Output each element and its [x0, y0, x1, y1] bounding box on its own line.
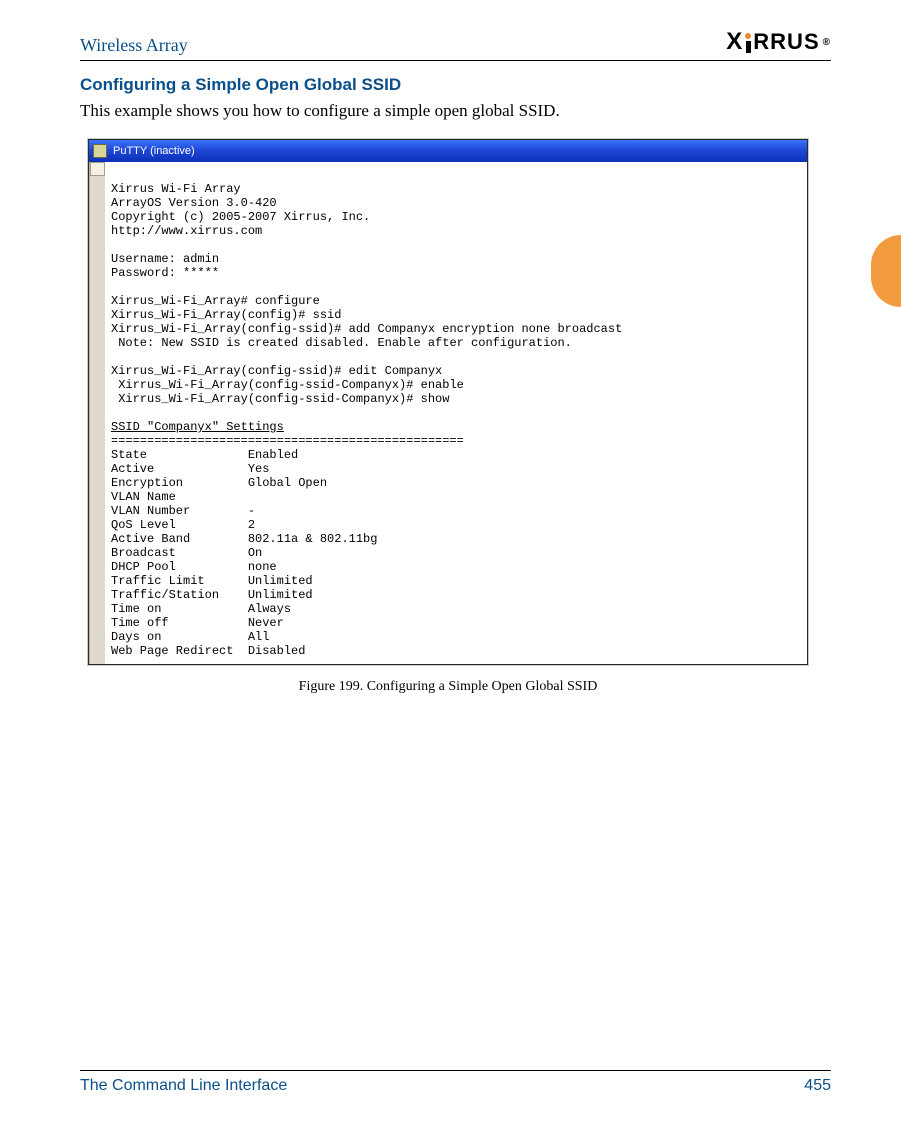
footer-section: The Command Line Interface — [80, 1077, 287, 1095]
logo-letter: RRUS — [753, 29, 819, 55]
page-header: Wireless Array X RRUS ® — [80, 28, 831, 61]
scrollbar[interactable] — [89, 162, 105, 664]
brand-logo: X RRUS ® — [726, 28, 831, 56]
scroll-thumb[interactable] — [90, 162, 105, 176]
page-number: 455 — [804, 1077, 831, 1095]
terminal-area: Xirrus Wi-Fi Array ArrayOS Version 3.0-4… — [89, 162, 807, 664]
terminal-output: Xirrus Wi-Fi Array ArrayOS Version 3.0-4… — [105, 162, 807, 664]
putty-window: PuTTY (inactive) Xirrus Wi-Fi Array Arra… — [88, 139, 808, 665]
doc-title: Wireless Array — [80, 35, 188, 56]
logo-i-icon — [745, 31, 751, 53]
thumb-tab-icon — [871, 235, 901, 307]
screenshot-block: PuTTY (inactive) Xirrus Wi-Fi Array Arra… — [88, 139, 808, 695]
putty-titlebar: PuTTY (inactive) — [89, 140, 807, 162]
figure-caption: Figure 199. Configuring a Simple Open Gl… — [88, 679, 808, 695]
putty-window-title: PuTTY (inactive) — [113, 145, 195, 157]
logo-letter: X — [726, 28, 743, 56]
registered-mark: ® — [823, 37, 831, 48]
section-heading: Configuring a Simple Open Global SSID — [80, 75, 831, 95]
section-intro: This example shows you how to configure … — [80, 101, 831, 121]
putty-icon — [93, 144, 107, 158]
page-footer: The Command Line Interface 455 — [80, 1070, 831, 1095]
